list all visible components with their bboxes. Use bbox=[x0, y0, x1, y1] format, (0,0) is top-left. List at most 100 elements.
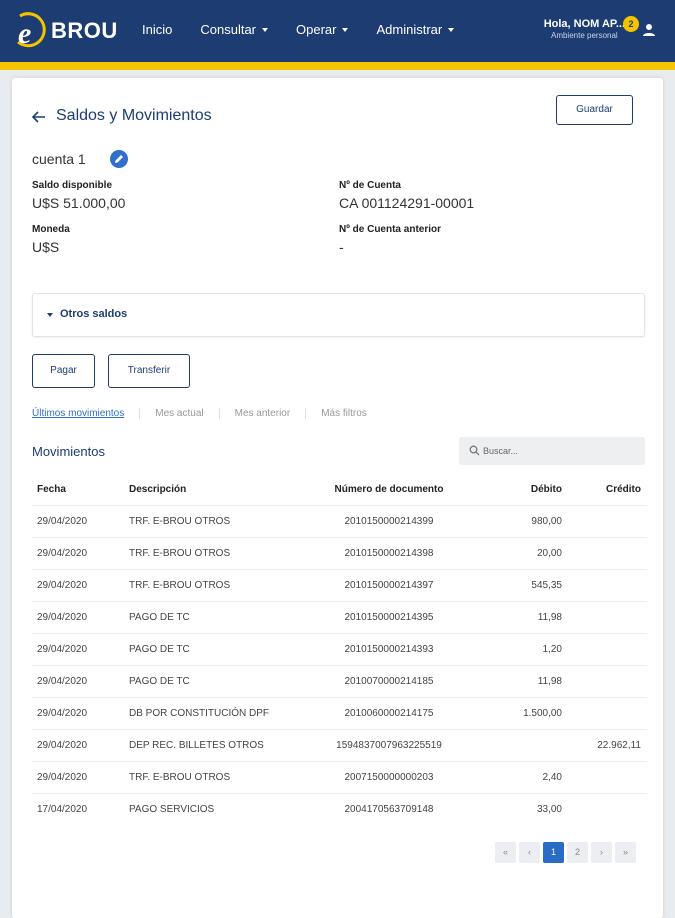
page-title: Saldos y Movimientos bbox=[56, 107, 212, 124]
cell-credito bbox=[562, 568, 647, 601]
prev-page-button[interactable]: ‹ bbox=[519, 842, 540, 863]
save-button[interactable]: Guardar bbox=[556, 95, 633, 125]
cell-credito bbox=[562, 792, 647, 825]
user-environment: Ambiente personal bbox=[550, 31, 618, 40]
table-row[interactable]: 29/04/2020 TRF. E-BROU OTROS 20101500002… bbox=[32, 536, 647, 569]
cell-debito: 545,35 bbox=[459, 568, 562, 601]
cell-credito bbox=[562, 536, 647, 569]
table-row[interactable]: 29/04/2020 PAGO DE TC 2010070000214185 1… bbox=[32, 664, 647, 697]
cell-debito: 11,98 bbox=[459, 664, 562, 697]
period-filter-tabs: Últimos movimientos Mes actual Mes anter… bbox=[32, 408, 397, 419]
last-page-button[interactable]: » bbox=[615, 842, 636, 863]
cell-descripcion: PAGO DE TC bbox=[129, 664, 319, 697]
nav-operar-label: Operar bbox=[296, 22, 337, 37]
user-icon[interactable] bbox=[641, 22, 657, 38]
cell-documento: 2010150000214397 bbox=[319, 568, 459, 601]
cell-fecha: 17/04/2020 bbox=[32, 792, 129, 825]
cell-credito bbox=[562, 632, 647, 665]
col-documento[interactable]: Número de documento bbox=[319, 475, 459, 505]
brou-logo[interactable]: e BROU bbox=[12, 12, 118, 50]
previous-account-value: - bbox=[339, 239, 344, 255]
account-number-label: Nº de Cuenta bbox=[339, 180, 401, 191]
user-menu[interactable]: Hola, NOM AP... Ambiente personal bbox=[544, 18, 625, 40]
col-credito[interactable]: Crédito bbox=[562, 475, 647, 505]
tab-ultimos-movimientos[interactable]: Últimos movimientos bbox=[32, 408, 141, 419]
cell-documento: 2010150000214395 bbox=[319, 600, 459, 633]
table-header-row: Fecha Descripción Número de documento Dé… bbox=[32, 475, 647, 505]
chevron-down-icon bbox=[47, 313, 53, 317]
cell-documento: 2010150000214399 bbox=[319, 504, 459, 537]
pagar-button[interactable]: Pagar bbox=[32, 354, 95, 388]
tab-mes-anterior[interactable]: Mes anterior bbox=[235, 408, 307, 419]
search-box[interactable] bbox=[459, 437, 645, 465]
cell-descripcion: TRF. E-BROU OTROS bbox=[129, 568, 319, 601]
cell-debito bbox=[459, 728, 562, 761]
user-greeting: Hola, NOM AP... bbox=[543, 18, 625, 30]
edit-pencil-icon[interactable] bbox=[110, 150, 128, 168]
nav-consultar[interactable]: Consultar bbox=[200, 22, 268, 37]
back-arrow-icon[interactable] bbox=[32, 110, 46, 124]
col-descripcion[interactable]: Descripción bbox=[129, 475, 319, 505]
otros-saldos-accordion[interactable]: Otros saldos bbox=[32, 293, 645, 337]
cell-debito: 980,00 bbox=[459, 504, 562, 537]
cell-debito: 33,00 bbox=[459, 792, 562, 825]
nav-inicio[interactable]: Inicio bbox=[142, 22, 172, 37]
cell-fecha: 29/04/2020 bbox=[32, 568, 129, 601]
table-row[interactable]: 29/04/2020 PAGO DE TC 2010150000214393 1… bbox=[32, 632, 647, 665]
cell-debito: 1.500,00 bbox=[459, 696, 562, 729]
cell-documento: 1594837007963225519 bbox=[319, 728, 459, 761]
cell-documento: 2010070000214185 bbox=[319, 664, 459, 697]
currency-value: U$S bbox=[32, 239, 60, 255]
cell-credito bbox=[562, 696, 647, 729]
cell-descripcion: TRF. E-BROU OTROS bbox=[129, 504, 319, 537]
cell-documento: 2010150000214393 bbox=[319, 632, 459, 665]
cell-documento: 2007150000000203 bbox=[319, 760, 459, 793]
cell-descripcion: PAGO DE TC bbox=[129, 600, 319, 633]
saldo-value: U$S 51.000,00 bbox=[32, 195, 126, 211]
search-input[interactable] bbox=[483, 442, 633, 460]
nav-operar[interactable]: Operar bbox=[296, 22, 349, 37]
nav-inicio-label: Inicio bbox=[142, 22, 173, 37]
cell-debito: 1,20 bbox=[459, 632, 562, 665]
table-row[interactable]: 29/04/2020 DB POR CONSTITUCIÓN DPF 20100… bbox=[32, 696, 647, 729]
tab-mas-filtros[interactable]: Más filtros bbox=[321, 408, 382, 419]
movements-table: Fecha Descripción Número de documento Dé… bbox=[32, 475, 647, 825]
table-row[interactable]: 29/04/2020 TRF. E-BROU OTROS 20101500002… bbox=[32, 568, 647, 601]
cell-fecha: 29/04/2020 bbox=[32, 696, 129, 729]
cell-documento: 2010060000214175 bbox=[319, 696, 459, 729]
cell-credito bbox=[562, 664, 647, 697]
cell-documento: 2004170563709148 bbox=[319, 792, 459, 825]
chevron-down-icon bbox=[342, 27, 349, 32]
first-page-button[interactable]: « bbox=[495, 842, 516, 863]
table-row[interactable]: 17/04/2020 PAGO SERVICIOS 20041705637091… bbox=[32, 792, 647, 825]
pagination: « ‹ 1 2 › » bbox=[495, 842, 639, 863]
cell-fecha: 29/04/2020 bbox=[32, 728, 129, 761]
cell-documento: 2010150000214398 bbox=[319, 536, 459, 569]
nav-administrar[interactable]: Administrar bbox=[376, 22, 455, 37]
page-2-button[interactable]: 2 bbox=[567, 842, 588, 863]
tab-mes-actual[interactable]: Mes actual bbox=[155, 408, 220, 419]
col-debito[interactable]: Débito bbox=[459, 475, 562, 505]
account-name: cuenta 1 bbox=[32, 151, 86, 167]
cell-descripcion: DEP REC. BILLETES OTROS bbox=[129, 728, 319, 761]
account-number-value: CA 001124291-00001 bbox=[339, 195, 475, 211]
pencil-icon bbox=[115, 155, 123, 163]
table-row[interactable]: 29/04/2020 TRF. E-BROU OTROS 20101500002… bbox=[32, 504, 647, 537]
saldo-label: Saldo disponible bbox=[32, 180, 113, 191]
page-1-button[interactable]: 1 bbox=[543, 842, 564, 863]
cell-descripcion: PAGO DE TC bbox=[129, 632, 319, 665]
cell-fecha: 29/04/2020 bbox=[32, 600, 129, 633]
chevron-down-icon bbox=[448, 27, 455, 32]
cell-descripcion: PAGO SERVICIOS bbox=[129, 792, 319, 825]
search-icon bbox=[469, 445, 480, 456]
notification-badge[interactable]: 2 bbox=[623, 16, 639, 32]
transferir-button[interactable]: Transferir bbox=[108, 354, 190, 388]
table-row[interactable]: 29/04/2020 PAGO DE TC 2010150000214395 1… bbox=[32, 600, 647, 633]
table-row[interactable]: 29/04/2020 DEP REC. BILLETES OTROS 15948… bbox=[32, 728, 647, 761]
next-page-button[interactable]: › bbox=[591, 842, 612, 863]
currency-label: Moneda bbox=[32, 224, 70, 235]
cell-fecha: 29/04/2020 bbox=[32, 504, 129, 537]
table-row[interactable]: 29/04/2020 TRF. E-BROU OTROS 20071500000… bbox=[32, 760, 647, 793]
cell-descripcion: TRF. E-BROU OTROS bbox=[129, 536, 319, 569]
col-fecha[interactable]: Fecha bbox=[32, 475, 129, 505]
